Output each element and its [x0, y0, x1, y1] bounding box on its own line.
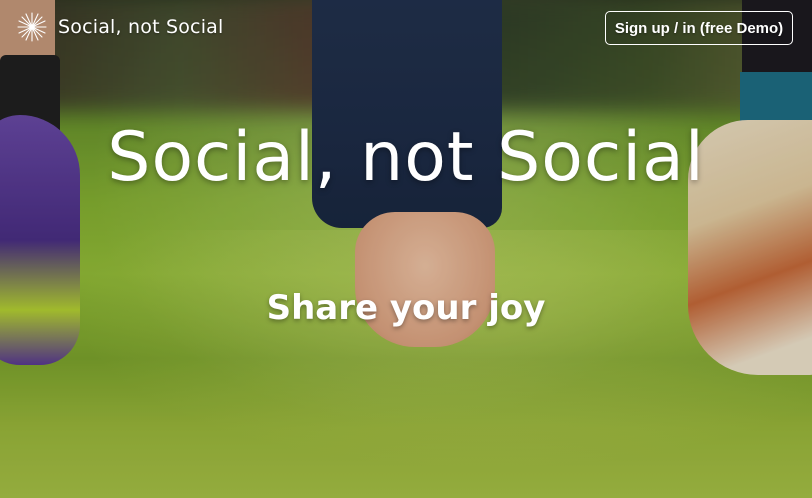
signup-button[interactable]: Sign up / in (free Demo)	[605, 11, 793, 45]
brand-link[interactable]: Social, not Social	[16, 9, 224, 45]
sparkle-burst-icon	[17, 12, 47, 42]
hero-subtitle: Share your joy	[266, 288, 546, 328]
hero-title: Social, not Social	[107, 118, 705, 197]
hero-section: Social, not Social Sign up / in (free De…	[0, 0, 812, 498]
background-overlay	[0, 0, 812, 498]
brand-name: Social, not Social	[58, 16, 224, 38]
navbar: Social, not Social Sign up / in (free De…	[0, 0, 812, 56]
